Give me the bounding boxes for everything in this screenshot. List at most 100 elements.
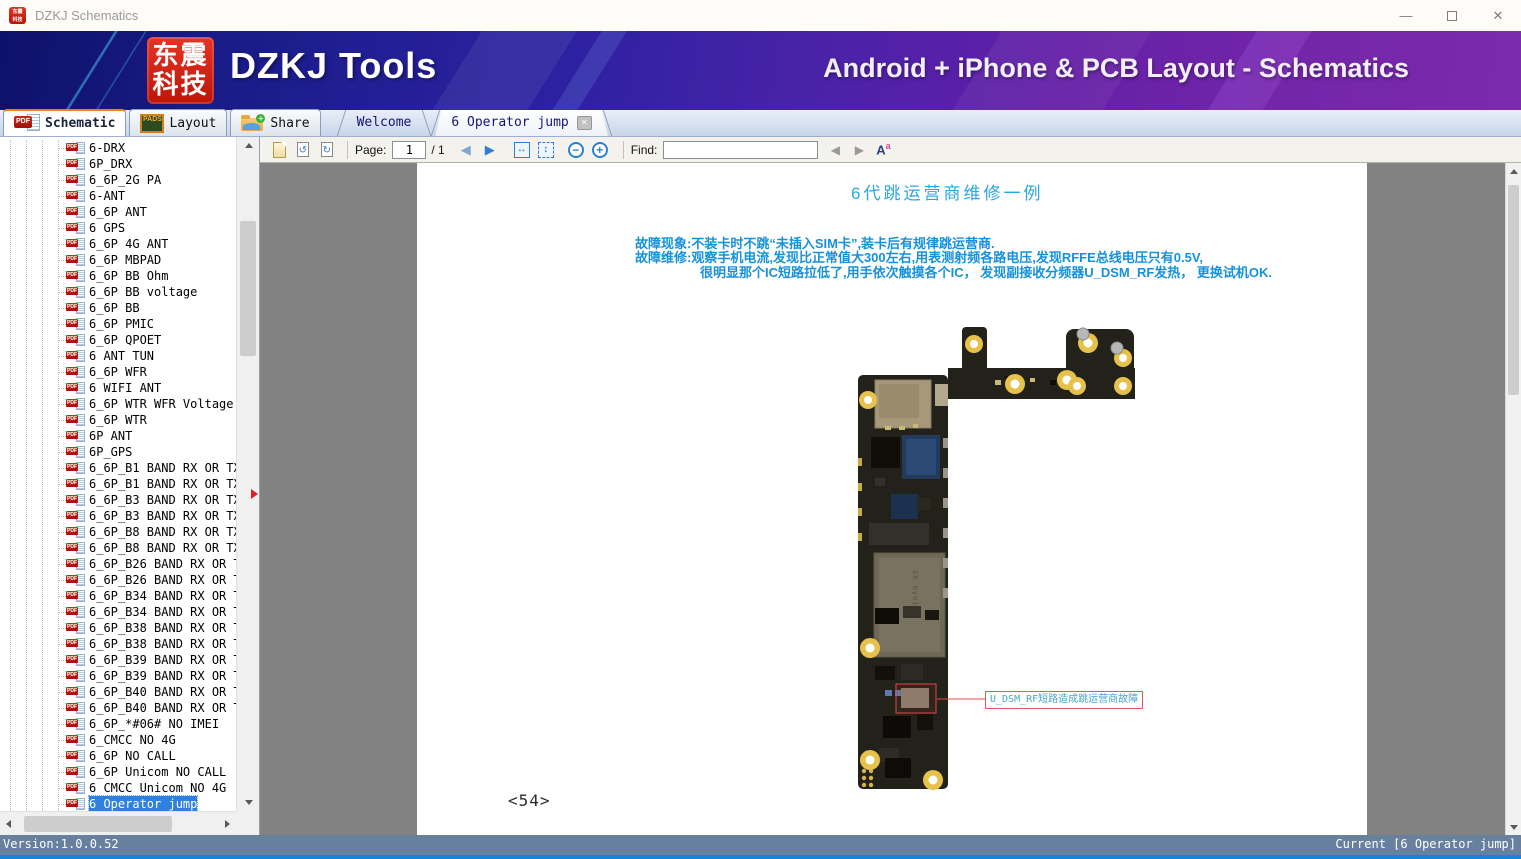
pdf-icon: PDF [66,669,85,683]
sidebar-collapse-arrow[interactable] [251,489,258,499]
tab-layout[interactable]: PADS Layout [129,109,228,136]
tree-item-label: 6_6P_B26 BAND RX OR TX [89,557,236,571]
tree-item[interactable]: PDF 6_6P_B40 BAND RX OR TX [0,684,236,700]
tree-item[interactable]: PDF 6_6P ANT [0,204,236,220]
tree-item[interactable]: PDF 6_6P BB Ohm [0,268,236,284]
tree-item[interactable]: PDF 6_6P WFR [0,364,236,380]
sidebar-horizontal-scrollbar[interactable] [0,811,236,835]
pdf-icon: PDF [66,589,85,603]
tree-item[interactable]: PDF 6 ANT TUN [0,348,236,364]
tree-item-label: 6_6P_*#06# NO IMEI [89,717,220,731]
tree-item[interactable]: PDF 6P_GPS [0,444,236,460]
pdf-icon: PDF [66,653,85,667]
pdf-icon: PDF [66,365,85,379]
tree-item[interactable]: PDF 6_6P PMIC [0,316,236,332]
tree-item[interactable]: PDF 6_6P_B26 BAND RX OR TX Ma [0,572,236,588]
tree-item[interactable]: PDF 6_6P_B3 BAND RX OR TX Mai [0,508,236,524]
scroll-up-button[interactable] [1506,163,1521,179]
app-window: 东震 科技 DZKJ Schematics — ✕ 东震 科技 DZKJ Tools… [0,0,1521,859]
tree-item[interactable]: PDF 6_6P_B34 BAND RX OR TX Ma [0,604,236,620]
tab-share-label: Share [270,115,310,131]
tree-item[interactable]: PDF 6_6P_B1 BAND RX OR TX Mai [0,476,236,492]
find-label: Find: [630,142,658,157]
tree-item[interactable]: PDF 6_6P_2G PA [0,172,236,188]
pdf-icon: PDF [66,605,85,619]
tree-item[interactable]: PDF 6 CMCC Unicom NO 4G [0,780,236,796]
tree-item[interactable]: PDF 6_6P 4G ANT [0,236,236,252]
scrollbar-thumb[interactable] [1508,185,1519,395]
tab-schematic[interactable]: PDF Schematic [3,109,127,136]
tree-item[interactable]: PDF 6_6P Unicom NO CALL [0,764,236,780]
match-case-button[interactable]: Aa [872,139,894,161]
toolbar-separator [622,140,624,159]
fit-width-button[interactable]: ↔ [511,139,533,161]
next-page-button[interactable]: ▶ [479,139,501,161]
scrollbar-thumb[interactable] [24,816,172,832]
tree-item[interactable]: PDF 6-DRX [0,140,236,156]
tree-item[interactable]: PDF 6_6P_B1 BAND RX OR TX [0,460,236,476]
tree-item[interactable]: PDF 6_6P WTR [0,412,236,428]
sidebar-vertical-scrollbar[interactable] [236,137,259,811]
page-label: Page: [355,142,387,157]
tree-item[interactable]: PDF 6_6P_B38 BAND RX OR TX [0,620,236,636]
tree-item[interactable]: PDF 6-ANT [0,188,236,204]
tree-item[interactable]: PDF 6_6P_B8 BAND RX OR TX Mai [0,540,236,556]
tree-item[interactable]: PDF 6_6P_B38 BAND RX OR TX Ma [0,636,236,652]
tree-item[interactable]: PDF 6_6P_B39 BAND RX OR TX [0,652,236,668]
page-number-input[interactable] [392,140,427,159]
document-properties-button[interactable] [268,139,290,161]
tree-item[interactable]: PDF 6_6P_*#06# NO IMEI [0,716,236,732]
viewer-vertical-scrollbar[interactable] [1505,163,1521,835]
find-next-button[interactable]: ▶ [848,139,870,161]
tab-share[interactable]: + Share [230,109,321,136]
scroll-down-button[interactable] [1506,819,1521,835]
tree-item[interactable]: PDF 6_6P MBPAD [0,252,236,268]
tab-close-icon[interactable]: ✕ [576,115,592,130]
tree-item[interactable]: PDF 6_6P_B39 BAND RX OR TX Ma [0,668,236,684]
tree-item[interactable]: PDF 6_6P_B26 BAND RX OR TX [0,556,236,572]
tree-item-label: 6_6P ANT [89,205,147,219]
scroll-down-button[interactable] [237,794,259,811]
tree-item[interactable]: PDF 6_6P_B8 BAND RX OR TX [0,524,236,540]
tree-item[interactable]: PDF 6_6P_B34 BAND RX OR TX [0,588,236,604]
zoom-out-button[interactable]: − [565,139,587,161]
tree-item-label: 6_6P_B39 BAND RX OR TX [89,653,236,667]
close-button[interactable]: ✕ [1475,0,1521,31]
tree-item[interactable]: PDF 6_6P BB [0,300,236,316]
pdf-icon: PDF [66,557,85,571]
tree-item[interactable]: PDF 6 Operator jump [0,795,236,811]
tree-item[interactable]: PDF 6_6P BB voltage [0,284,236,300]
zoom-in-button[interactable]: + [589,139,611,161]
minimize-button[interactable]: — [1383,0,1429,31]
pdf-icon: PDF [66,509,85,523]
fit-page-button[interactable]: ↕ [535,139,557,161]
scrollbar-thumb[interactable] [240,221,256,356]
rotate-left-button[interactable]: ↺ [292,139,314,161]
find-input[interactable] [663,140,819,159]
tree-item[interactable]: PDF 6P_DRX [0,156,236,172]
scroll-up-button[interactable] [237,137,259,154]
tree-item-label: 6_6P MBPAD [89,253,162,267]
tree-item[interactable]: PDF 6_6P NO CALL [0,748,236,764]
tree-item[interactable]: PDF 6 GPS [0,220,236,236]
page-number: <54> [508,791,551,810]
tree-item[interactable]: PDF 6_6P QPOET [0,332,236,348]
find-previous-button[interactable]: ◀ [824,139,846,161]
tree-item[interactable]: PDF 6 WIFI ANT [0,380,236,396]
doc-tab-welcome[interactable]: Welcome [336,109,432,136]
doc-tab-operator-jump[interactable]: 6 Operator jump ✕ [431,109,612,136]
pdf-icon: PDF [66,477,85,491]
maximize-button[interactable] [1429,0,1475,31]
rotate-right-icon: ↻ [321,142,333,157]
tree-item-label: 6_6P_B1 BAND RX OR TX Mai [89,477,236,491]
pdf-icon: PDF [66,525,85,539]
tree-item[interactable]: PDF 6_6P_B40 BAND RX OR TX Ma [0,700,236,716]
tree-item[interactable]: PDF 6_CMCC NO 4G [0,732,236,748]
scroll-left-button[interactable] [0,815,17,832]
tree-item[interactable]: PDF 6_6P_B3 BAND RX OR TX [0,492,236,508]
tree-item[interactable]: PDF 6P ANT [0,428,236,444]
tree-item[interactable]: PDF 6_6P WTR WFR Voltage [0,396,236,412]
rotate-right-button[interactable]: ↻ [316,139,338,161]
scroll-right-button[interactable] [219,815,236,832]
previous-page-button[interactable]: ◀ [455,139,477,161]
